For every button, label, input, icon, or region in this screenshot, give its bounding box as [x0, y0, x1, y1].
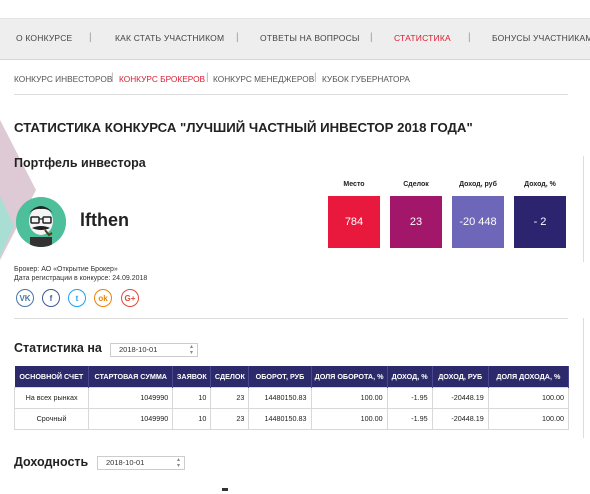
nav-item-bonuses[interactable]: Бонусы участникам — [492, 33, 590, 43]
nav-item-statistics[interactable]: Статистика — [394, 33, 451, 43]
stats-heading: Статистика на — [14, 341, 102, 355]
column-header: Доход, руб — [432, 366, 489, 387]
stats-date-value: 2018-10-01 — [119, 345, 158, 354]
subnav-item-governor-cup[interactable]: Кубок губернатора — [322, 74, 410, 84]
table-row: Срочный 1049990 10 23 14480150.83 100.00 -1.95… — [13, 407, 570, 430]
section-divider — [14, 318, 568, 319]
column-header: Доля дохода, % — [488, 366, 570, 387]
table-cell: 1049990 — [88, 407, 174, 430]
column-header: Доля оборота, % — [311, 366, 388, 387]
nav-item-how-to-join[interactable]: Как стать участником — [115, 33, 224, 43]
side-panel-edge — [583, 318, 590, 438]
subnav-separator: | — [314, 72, 317, 83]
facebook-icon[interactable]: f — [42, 289, 60, 307]
table-cell: На всех рынках — [13, 386, 90, 409]
odnoklassniki-icon[interactable]: ok — [94, 289, 112, 307]
nav-item-faq[interactable]: Ответы на вопросы — [260, 33, 360, 43]
tile-label-place: Место — [343, 181, 365, 188]
column-header: Заявок — [172, 366, 212, 387]
tile-label-income-rub: Доход, руб — [459, 181, 497, 188]
investor-username: lfthen — [80, 210, 129, 230]
subnav-separator: | — [206, 72, 209, 83]
subnav-item-investors[interactable]: Конкурс инвесторов — [14, 74, 112, 84]
nav-separator: | — [468, 32, 471, 43]
tile-deals: 23 — [390, 196, 442, 248]
table-header-row: Основной счет Стартовая сумма Заявок Сделок… — [14, 366, 570, 387]
stats-table: Основной счет Стартовая сумма Заявок Сделок… — [13, 366, 570, 430]
table-cell: -1.95 — [386, 386, 433, 409]
nav-separator: | — [89, 32, 92, 43]
income-heading: Доходность — [14, 455, 89, 469]
subnav-item-brokers[interactable]: Конкурс брокеров — [119, 74, 205, 84]
table-cell: -20448.19 — [431, 407, 489, 430]
vk-icon[interactable]: VK — [16, 289, 34, 307]
table-cell: -20448.19 — [431, 386, 489, 409]
income-date-value: 2018-10-01 — [106, 458, 145, 467]
column-header: Оборот, руб — [248, 366, 312, 387]
tile-income-pct: - 2 — [514, 196, 566, 248]
registration-date: Дата регистрации в конкурсе: 24.09.2018 — [14, 275, 148, 282]
column-header: Стартовая сумма — [88, 366, 174, 387]
column-header: Сделок — [210, 366, 250, 387]
tile-label-deals: Сделок — [403, 181, 429, 188]
nav-separator: | — [370, 32, 373, 43]
table-cell: 14480150.83 — [248, 386, 312, 409]
subnav-divider — [14, 94, 568, 95]
table-cell: Срочный — [13, 407, 90, 430]
table-cell: 23 — [210, 407, 250, 430]
table-cell: 100.00 — [487, 407, 570, 430]
google-plus-icon[interactable]: G+ — [121, 289, 139, 307]
column-header: Основной счет — [14, 366, 90, 387]
avatar — [16, 197, 66, 247]
tile-label-income-pct: Доход, % — [524, 181, 556, 188]
chart-fragment — [222, 488, 228, 491]
tile-income-rub: -20 448 — [452, 196, 504, 248]
side-panel-edge — [583, 156, 590, 262]
table-row: На всех рынках 1049990 10 23 14480150.83 100.… — [13, 386, 570, 409]
nav-separator: | — [236, 32, 239, 43]
stats-date-select[interactable]: 2018-10-01 ▴ ▾ — [110, 343, 198, 357]
broker-info: Брокер: АО «Открытие Брокер» — [14, 266, 118, 273]
table-cell: 10 — [172, 386, 212, 409]
subnav-separator: | — [111, 72, 114, 83]
income-date-select[interactable]: 2018-10-01 ▴ ▾ — [97, 456, 185, 470]
tile-place: 784 — [328, 196, 380, 248]
table-cell: 14480150.83 — [248, 407, 312, 430]
top-navigation: О конкурсе | Как стать участником | Отве… — [0, 0, 590, 77]
table-cell: 23 — [210, 386, 250, 409]
twitter-icon[interactable]: t — [68, 289, 86, 307]
column-header: Доход, % — [387, 366, 433, 387]
decorative-triangle-accent — [0, 196, 14, 256]
select-arrows-icon: ▴ ▾ — [176, 457, 180, 469]
table-cell: 100.00 — [310, 386, 388, 409]
subnav-item-managers[interactable]: Конкурс менеджеров — [213, 74, 314, 84]
nav-item-about[interactable]: О конкурсе — [16, 33, 72, 43]
avatar-character-icon — [16, 197, 66, 247]
table-cell: 100.00 — [310, 407, 388, 430]
portfolio-title: Портфель инвестора — [14, 156, 146, 170]
table-cell: 100.00 — [487, 386, 570, 409]
page-title: Статистика конкурса "Лучший частный инве… — [14, 120, 473, 135]
table-cell: 1049990 — [88, 386, 174, 409]
table-cell: 10 — [172, 407, 212, 430]
select-arrows-icon: ▴ ▾ — [189, 344, 193, 356]
table-cell: -1.95 — [386, 407, 433, 430]
